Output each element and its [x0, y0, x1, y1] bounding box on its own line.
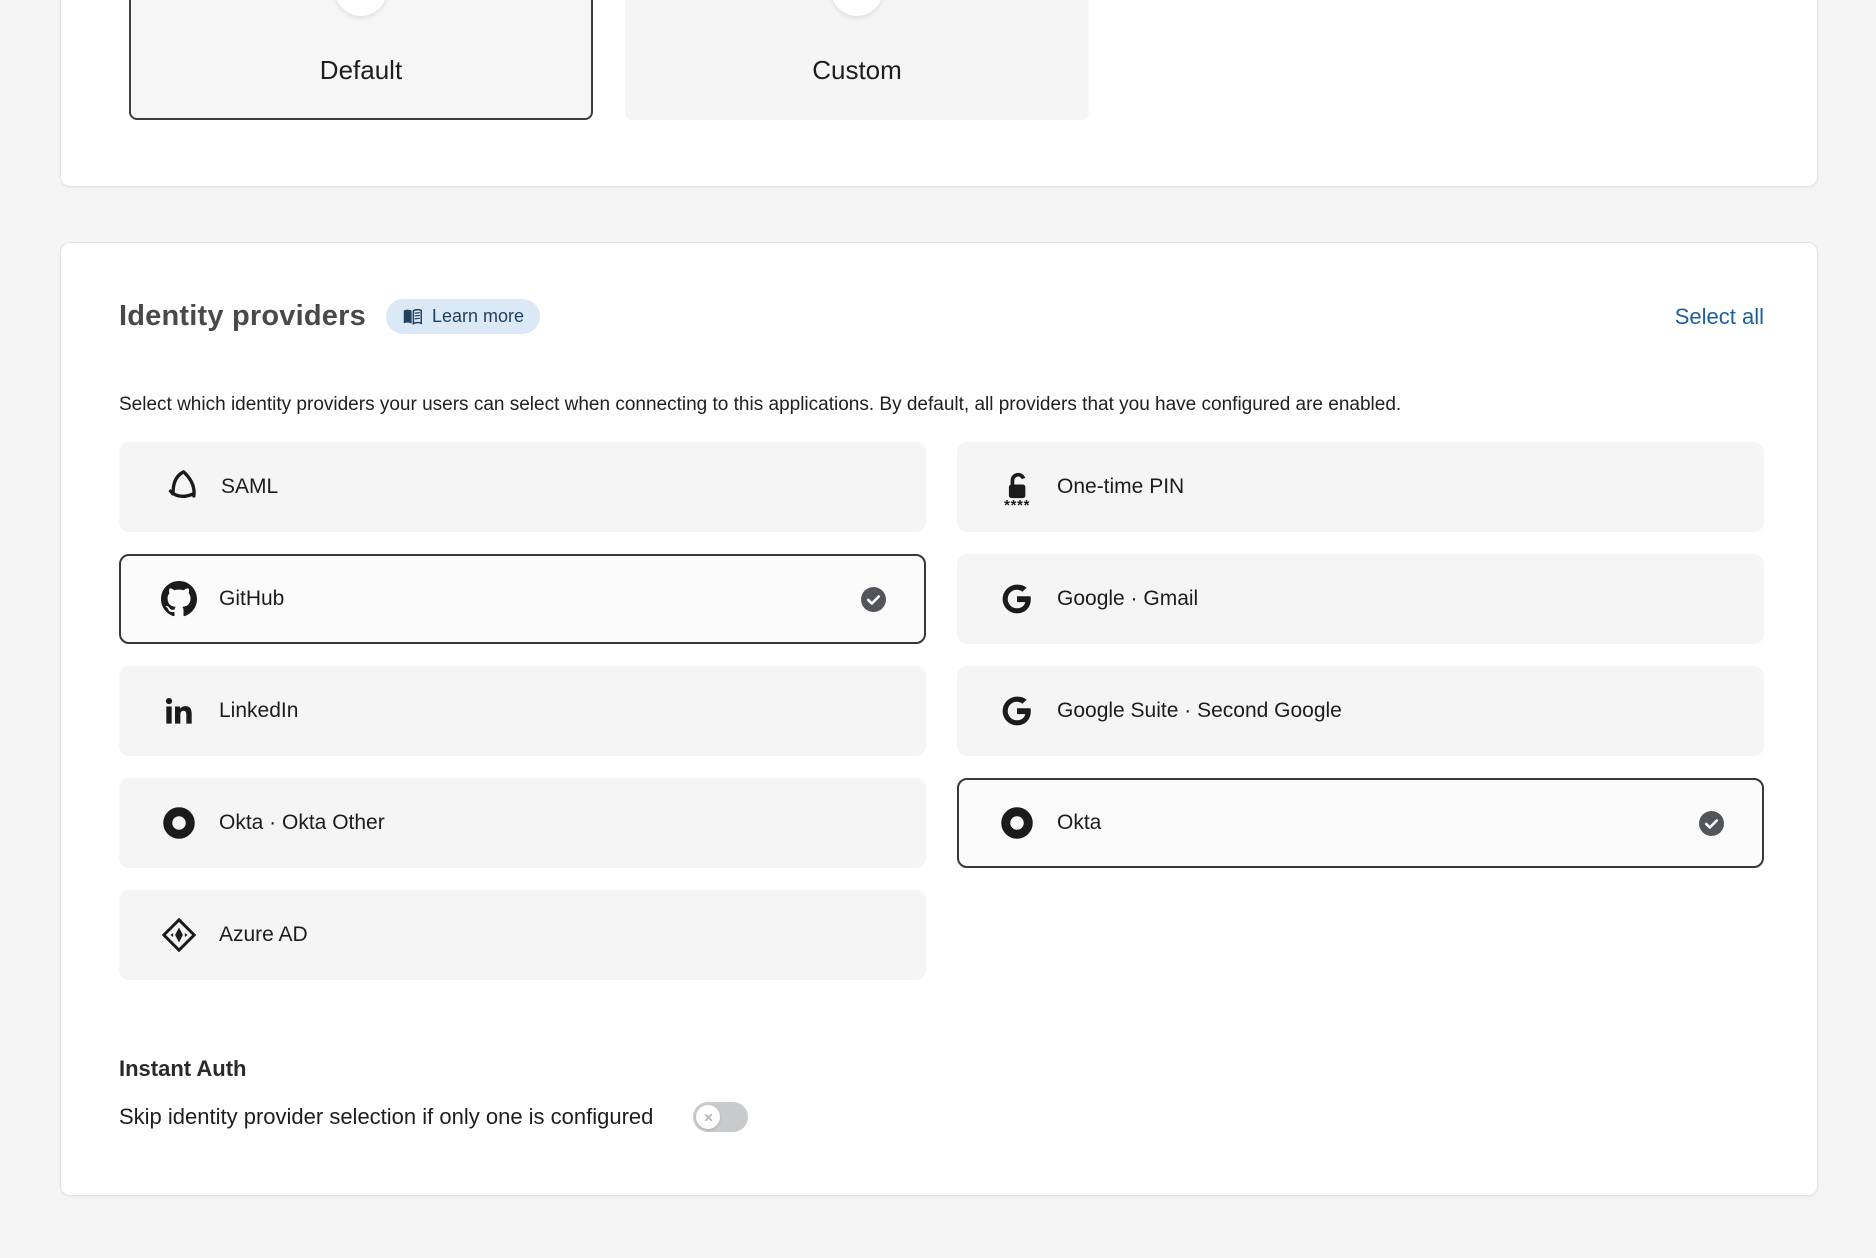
saml-icon [161, 467, 201, 507]
selected-check-icon [861, 587, 886, 612]
toggle-knob [696, 1105, 720, 1129]
instant-auth-row: Skip identity provider selection if only… [119, 1102, 1764, 1132]
provider-tile-linkedin[interactable]: LinkedIn [119, 666, 926, 756]
one-time-pin-icon [999, 468, 1033, 511]
appearance-option-default[interactable]: Default [129, 0, 593, 120]
appearance-preview-circle [335, 0, 387, 16]
provider-label: Okta [1057, 811, 1101, 835]
provider-tile-one-time-pin[interactable]: One-time PIN [957, 442, 1764, 532]
provider-label: Okta · Okta Other [219, 811, 385, 835]
provider-label: Google Suite · Second Google [1057, 699, 1342, 723]
identity-providers-title: Identity providers [119, 300, 366, 333]
provider-label: SAML [221, 475, 278, 499]
provider-label: Azure AD [219, 923, 308, 947]
linkedin-icon [161, 693, 197, 729]
appearance-card: Default Custom [60, 0, 1818, 187]
appearance-option-custom[interactable]: Custom [625, 0, 1089, 120]
learn-more-badge[interactable]: Learn more [386, 299, 540, 334]
provider-tile-azure-ad[interactable]: Azure AD [119, 890, 926, 980]
provider-tile-okta-okta-other[interactable]: Okta · Okta Other [119, 778, 926, 868]
provider-tile-saml[interactable]: SAML [119, 442, 926, 532]
provider-label: GitHub [219, 587, 284, 611]
book-icon [402, 308, 423, 326]
provider-tile-github[interactable]: GitHub [119, 554, 926, 644]
google-icon [999, 693, 1035, 729]
provider-grid: SAML One-time PIN GitHub Google · Gmai [119, 442, 1764, 980]
identity-providers-description: Select which identity providers your use… [119, 392, 1764, 418]
learn-more-label: Learn more [432, 306, 524, 327]
toggle-off-x-icon [703, 1112, 714, 1123]
google-icon [999, 581, 1035, 617]
github-icon [161, 581, 197, 617]
provider-label: One-time PIN [1057, 475, 1184, 499]
provider-label: Google · Gmail [1057, 587, 1198, 611]
okta-icon [999, 805, 1035, 841]
selected-check-icon [1699, 811, 1724, 836]
provider-tile-google-suite-second-google[interactable]: Google Suite · Second Google [957, 666, 1764, 756]
provider-tile-google-gmail[interactable]: Google · Gmail [957, 554, 1764, 644]
appearance-option-label: Custom [627, 55, 1087, 86]
provider-tile-okta[interactable]: Okta [957, 778, 1764, 868]
okta-icon [161, 805, 197, 841]
identity-providers-card: Identity providers Learn more Select all… [60, 242, 1818, 1196]
appearance-option-label: Default [131, 55, 591, 86]
select-all-link[interactable]: Select all [1675, 304, 1764, 330]
appearance-preview-circle [831, 0, 883, 16]
appearance-options: Default Custom [129, 0, 1089, 120]
identity-providers-header-left: Identity providers Learn more [119, 299, 540, 334]
provider-label: LinkedIn [219, 699, 298, 723]
instant-auth-description: Skip identity provider selection if only… [119, 1104, 653, 1130]
instant-auth-title: Instant Auth [119, 1056, 1764, 1082]
identity-providers-header: Identity providers Learn more Select all [119, 299, 1764, 334]
azure-ad-icon [161, 917, 197, 953]
instant-auth-toggle[interactable] [693, 1102, 748, 1132]
page: Default Custom Identity providers Learn … [0, 0, 1876, 1258]
